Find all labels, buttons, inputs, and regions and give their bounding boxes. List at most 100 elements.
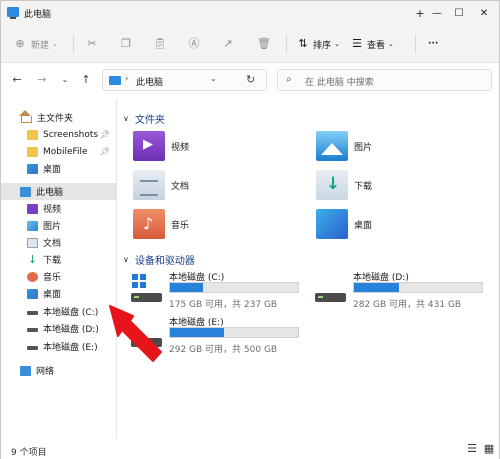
window-title: 此电脑 (24, 10, 52, 20)
drive-icon (27, 311, 38, 315)
drive-icon (27, 346, 38, 350)
chevron-down-icon: ∨ (123, 255, 129, 264)
sidebar-item-label: 本地磁盘 (E:) (43, 343, 98, 353)
minimize-button[interactable]: — (426, 1, 448, 25)
cut-button[interactable]: ✂ (85, 35, 99, 53)
chevron-right-icon: › (125, 74, 129, 84)
sidebar-item-home[interactable]: 主文件夹 (1, 109, 116, 126)
address-dropdown-icon[interactable]: ⌄ (210, 74, 217, 83)
sidebar-item-downloads[interactable]: ↓ 下载 (1, 251, 116, 268)
chevron-down-icon: ⌄ (52, 40, 58, 48)
folder-tile-documents[interactable]: 文档 (133, 168, 189, 202)
forward-button[interactable]: → (34, 72, 50, 88)
drive-usage-bar (169, 282, 299, 293)
sidebar-item-drive-e[interactable]: 本地磁盘 (E:) (1, 338, 116, 355)
sidebar-item-label: 视频 (43, 205, 62, 215)
pictures-icon (27, 220, 38, 231)
sidebar-item-desktop[interactable]: 桌面 (1, 160, 116, 177)
copy-button[interactable]: ❐ (119, 35, 133, 53)
address-bar[interactable]: › 此电脑 ⌄ ↻ (102, 69, 267, 91)
up-button[interactable]: ↑ (78, 72, 94, 88)
drive-tile-c[interactable]: 本地磁盘 (C:) 175 GB 可用，共 237 GB (131, 270, 311, 310)
folder-tile-desktop[interactable]: 桌面 (316, 207, 372, 241)
desktop-icon (27, 163, 38, 174)
rename-icon: Ⓐ (188, 37, 200, 50)
chevron-down-icon: ⌄ (388, 40, 394, 48)
sidebar-item-label: 文档 (43, 239, 62, 249)
toolbar-divider (73, 35, 74, 53)
details-view-button[interactable]: ☰ (465, 442, 479, 456)
sidebar-item-this-pc[interactable]: 此电脑 (1, 183, 116, 200)
pin-icon: 📌︎ (99, 147, 110, 156)
sidebar-item-videos[interactable]: 视频 (1, 200, 116, 217)
breadcrumb-this-pc[interactable]: 此电脑 (136, 75, 163, 88)
recent-locations-button[interactable]: ⌄ (57, 72, 73, 88)
sidebar-item-documents[interactable]: 文档 (1, 234, 116, 251)
sidebar-item-label: 下载 (43, 256, 62, 266)
drive-usage-bar (169, 327, 299, 338)
folders-section-header[interactable]: ∨ 文件夹 (123, 111, 165, 126)
desktop-icon (27, 288, 38, 299)
documents-folder-icon (133, 170, 165, 200)
status-bar: 9 个项目 ☰ ▦ (1, 439, 499, 459)
sidebar-item-network[interactable]: 网络 (1, 362, 116, 379)
folder-tile-videos[interactable]: 视频 (133, 129, 189, 163)
rename-button[interactable]: Ⓐ (187, 35, 201, 53)
toolbar-divider (415, 35, 416, 53)
view-label: 查看 (367, 40, 386, 51)
drive-free-space: 292 GB 可用，共 500 GB (169, 345, 278, 355)
maximize-button[interactable]: ☐ (448, 1, 470, 25)
sort-button[interactable]: ⇅ 排序 ⌄ (296, 35, 340, 53)
drive-tile-d[interactable]: 本地磁盘 (D:) 282 GB 可用，共 431 GB (315, 270, 495, 310)
more-options-button[interactable]: ··· (428, 35, 438, 53)
view-icon: ☰ (352, 37, 362, 50)
paste-button[interactable]: 📋︎ (153, 35, 167, 53)
tiles-view-button[interactable]: ▦ (482, 442, 496, 456)
folder-tile-pictures[interactable]: 图片 (316, 129, 372, 163)
view-button[interactable]: ☰ 查看 ⌄ (350, 35, 394, 53)
drive-icon (131, 319, 162, 347)
drive-tile-e[interactable]: 本地磁盘 (E:) 292 GB 可用，共 500 GB (131, 315, 311, 355)
toolbar-divider (286, 35, 287, 53)
folder-tile-music[interactable]: 音乐 (133, 207, 189, 241)
sidebar-item-label: MobileFile (43, 146, 88, 157)
sidebar-item-label: 桌面 (43, 165, 62, 175)
new-label: 新建 (31, 40, 50, 51)
chevron-down-icon: ⌄ (61, 75, 69, 84)
delete-button[interactable]: 🗑︎ (257, 35, 271, 53)
close-button[interactable]: ✕ (470, 1, 498, 25)
windows-logo-icon (132, 274, 146, 288)
drives-section-header[interactable]: ∨ 设备和驱动器 (123, 252, 195, 267)
share-button[interactable]: ↗ (221, 35, 235, 53)
sidebar-item-label: 音乐 (43, 273, 62, 283)
folder-icon (27, 129, 38, 140)
sidebar-item-label: 本地磁盘 (D:) (43, 325, 99, 335)
arrow-up-icon: ↑ (81, 73, 91, 86)
home-icon (19, 109, 32, 123)
folder-tile-downloads[interactable]: 下载 (316, 168, 372, 202)
share-icon: ↗ (223, 37, 233, 50)
sidebar-item-label: 网络 (36, 367, 55, 377)
file-explorer-window: 此电脑 + — ☐ ✕ ⊕ 新建 ⌄ ✂ ❐ 📋︎ Ⓐ ↗ 🗑︎ ⇅ 排序 ⌄ … (0, 0, 500, 459)
music-folder-icon (133, 209, 165, 239)
sidebar-item-drive-d[interactable]: 本地磁盘 (D:) (1, 320, 116, 337)
copy-icon: ❐ (121, 37, 131, 50)
back-button[interactable]: ← (9, 72, 25, 88)
music-icon (27, 271, 38, 282)
search-box[interactable]: ⌕ 在 此电脑 中搜索 (277, 69, 492, 91)
tiles-view-icon: ▦ (483, 442, 495, 455)
sidebar-item-screenshots[interactable]: Screenshots 📌︎ (1, 126, 116, 143)
windows-drive-icon (131, 274, 162, 302)
chevron-down-icon: ⌄ (334, 40, 340, 48)
network-icon (20, 365, 31, 376)
sidebar-item-pictures[interactable]: 图片 (1, 217, 116, 234)
sidebar-item-desktop-2[interactable]: 桌面 (1, 285, 116, 302)
scissors-icon: ✂ (87, 37, 97, 50)
sidebar-item-mobilefile[interactable]: MobileFile 📌︎ (1, 143, 116, 160)
sidebar-item-drive-c[interactable]: 本地磁盘 (C:) (1, 303, 116, 320)
sidebar-item-label: 此电脑 (36, 188, 64, 198)
sidebar-item-music[interactable]: 音乐 (1, 268, 116, 285)
new-button[interactable]: ⊕ 新建 ⌄ (13, 35, 58, 53)
drive-usage-fill (170, 283, 204, 292)
refresh-icon[interactable]: ↻ (246, 73, 255, 86)
